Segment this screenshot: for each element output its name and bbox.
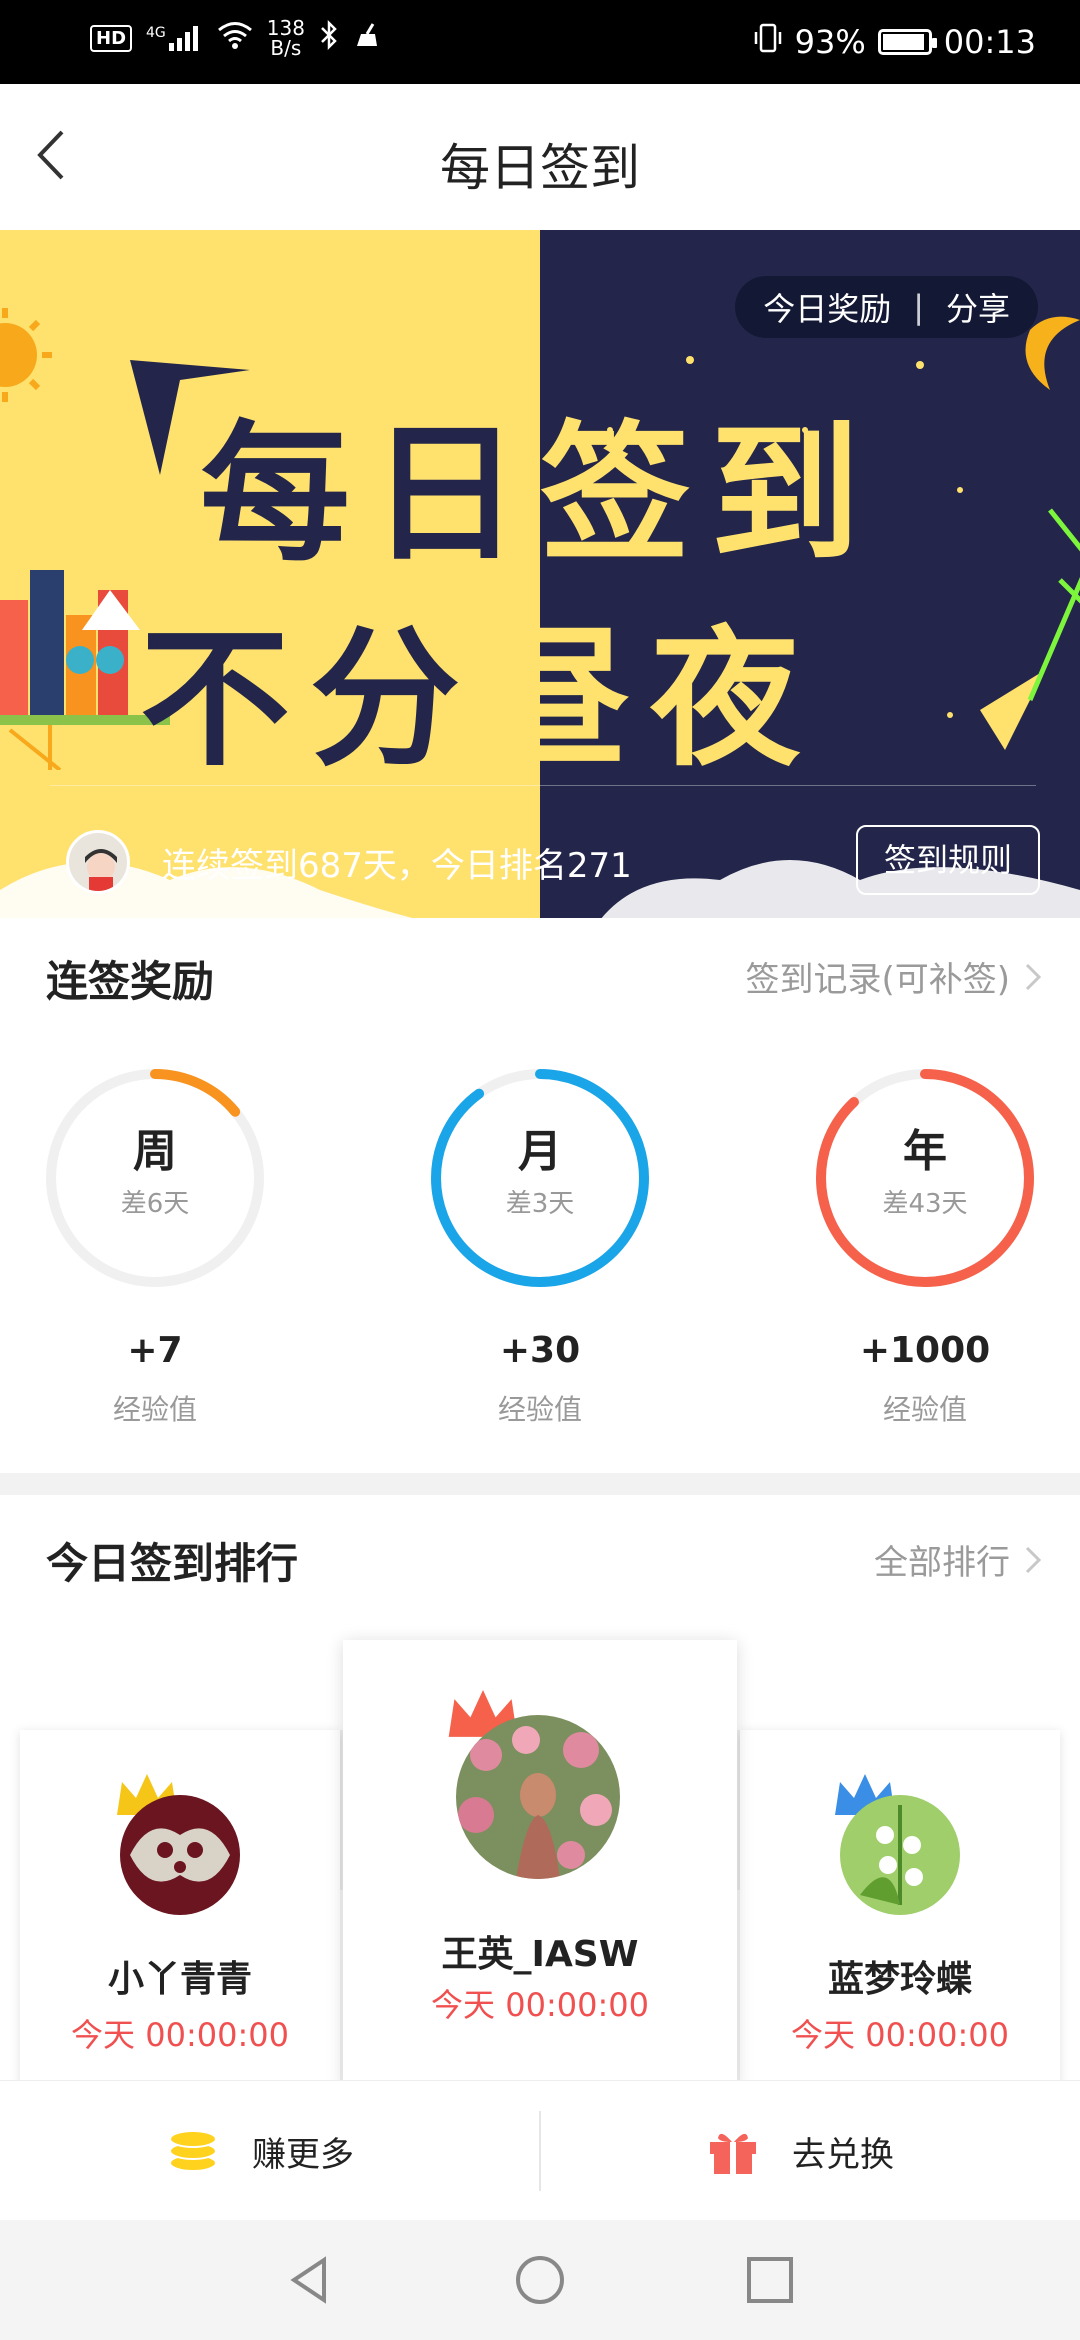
page-title: 每日签到 — [440, 139, 640, 197]
rank-card-2nd[interactable]: 小丫青青 今天 00:00:00 — [20, 1730, 340, 2080]
headline-char: 夜 — [650, 613, 821, 787]
chevron-right-icon — [1025, 963, 1042, 990]
reward-ring-year: 年 差43天 — [810, 1063, 1040, 1293]
neon-cup-icon — [1027, 508, 1080, 701]
user-avatar — [456, 1715, 620, 1879]
reward-ring-month: 月 差3天 — [425, 1063, 655, 1293]
reward-unit: 经验值 — [497, 1393, 582, 1426]
headline-char: 昼 — [480, 613, 651, 787]
network-type: 4G — [146, 25, 166, 41]
banner-footer: 连续签到687天，今日排名271 签到规则 — [0, 785, 1080, 918]
sign-in-banner: 每日签到 不分昼夜 今日奖励 | 分享 连续签到687天，今日排名271 签到规… — [0, 230, 1080, 918]
clock: 00:13 — [943, 23, 1036, 61]
user-avatar[interactable] — [66, 830, 130, 894]
system-nav-bar — [0, 2220, 1080, 2340]
app-header: 每日签到 — [0, 84, 1080, 230]
wifi-icon — [217, 21, 253, 55]
share-link[interactable]: 分享 — [946, 284, 1010, 330]
gift-icon — [710, 2133, 756, 2174]
redeem-button[interactable]: 去兑换 — [708, 2081, 894, 2221]
bottom-action-bar: 赚更多 去兑换 — [0, 2080, 1080, 2220]
speed-value: 138 — [266, 16, 305, 40]
sign-in-record-link[interactable]: 签到记录(可补签) — [745, 952, 1042, 1001]
banner-headline-line1: 每日签到 — [200, 410, 900, 580]
section-divider — [0, 1473, 1080, 1495]
rank-sign-time: 今天 00:00:00 — [791, 2016, 1009, 2054]
status-bar: HD 4G 138 B/s 93% 00:13 — [0, 0, 1080, 84]
nav-back-icon[interactable] — [280, 2250, 340, 2310]
record-link-label: 签到记录(可补签) — [745, 960, 1010, 1000]
rank-card-1st[interactable]: 王英_IASW 今天 00:00:00 — [343, 1640, 737, 2080]
redeem-label: 去兑换 — [792, 2134, 894, 2175]
today-reward-link[interactable]: 今日奖励 — [763, 284, 891, 330]
earn-more-label: 赚更多 — [252, 2134, 354, 2175]
status-left: HD 4G 138 B/s — [90, 18, 379, 58]
ring-remaining-days: 差3天 — [505, 1189, 575, 1219]
rank-sign-time: 今天 00:00:00 — [71, 2016, 289, 2054]
rank-sign-time: 今天 00:00:00 — [431, 1986, 649, 2024]
status-right: 93% 00:13 — [753, 22, 1036, 62]
headline-char: 分 — [310, 613, 481, 787]
nav-home-icon[interactable] — [510, 2250, 570, 2310]
headline-char: 不 — [140, 613, 311, 787]
battery-icon — [877, 29, 937, 55]
reward-value: +1000 — [859, 1330, 991, 1371]
bluetooth-icon — [319, 19, 339, 57]
ring-period-label: 周 — [133, 1126, 177, 1177]
user-avatar — [840, 1795, 960, 1915]
rank-card-3rd[interactable]: 蓝梦玲蝶 今天 00:00:00 — [740, 1730, 1060, 2080]
reward-unit: 经验值 — [112, 1393, 197, 1426]
reward-ring-week: 周 差6天 — [40, 1063, 270, 1293]
all-ranking-label: 全部排行 — [874, 1543, 1010, 1583]
rank-user-name: 王英_IASW — [441, 1934, 639, 1975]
rank-user-name: 蓝梦玲蝶 — [827, 1959, 972, 2000]
daily-ranking-section: 今日签到排行 全部排行 小丫青青 今天 00:00:00 蓝梦玲蝶 今天 00:… — [0, 1495, 1080, 2080]
headline-char: 日 — [370, 408, 541, 582]
banner-top-pill: 今日奖励 | 分享 — [735, 276, 1038, 338]
user-avatar — [120, 1795, 240, 1915]
ring-period-label: 月 — [518, 1126, 562, 1177]
speed-unit: B/s — [270, 36, 302, 60]
hd-badge: HD — [90, 24, 133, 52]
streak-rewards-section: 连签奖励 签到记录(可补签) 周 差6天 +7 经验值 月 差3天 +30 经验… — [0, 918, 1080, 1473]
sign-in-rules-button[interactable]: 签到规则 — [856, 825, 1040, 895]
signal-icon: 4G — [146, 25, 203, 51]
banner-headline-line2: 不分昼夜 — [140, 615, 840, 785]
coins-icon — [169, 2130, 217, 2172]
reward-value: +7 — [127, 1330, 183, 1371]
section-title: 今日签到排行 — [46, 1539, 299, 1588]
headline-char: 到 — [710, 408, 881, 582]
headline-char: 每 — [200, 408, 371, 582]
nav-recents-icon[interactable] — [740, 2250, 800, 2310]
chevron-right-icon — [1025, 1546, 1042, 1573]
ring-remaining-days: 差43天 — [882, 1189, 968, 1219]
streak-status-text: 连续签到687天，今日排名271 — [162, 846, 632, 886]
ring-period-label: 年 — [903, 1126, 947, 1177]
vibrate-icon — [753, 22, 783, 62]
action-divider — [539, 2111, 541, 2191]
sun-icon — [0, 308, 52, 402]
battery-fill — [882, 34, 924, 50]
reward-value: +30 — [499, 1330, 581, 1371]
battery-percent: 93% — [794, 23, 866, 61]
ring-remaining-days: 差6天 — [120, 1189, 190, 1219]
section-title: 连签奖励 — [46, 957, 215, 1006]
earn-more-button[interactable]: 赚更多 — [168, 2081, 354, 2221]
footer-divider — [50, 785, 1036, 786]
cleaner-icon — [353, 22, 379, 54]
all-ranking-link[interactable]: 全部排行 — [874, 1535, 1042, 1584]
pill-separator: | — [913, 288, 924, 326]
reward-unit: 经验值 — [882, 1393, 967, 1426]
network-speed: 138 B/s — [267, 18, 305, 58]
rank-user-name: 小丫青青 — [107, 1959, 252, 2000]
headline-char: 签 — [540, 408, 711, 582]
